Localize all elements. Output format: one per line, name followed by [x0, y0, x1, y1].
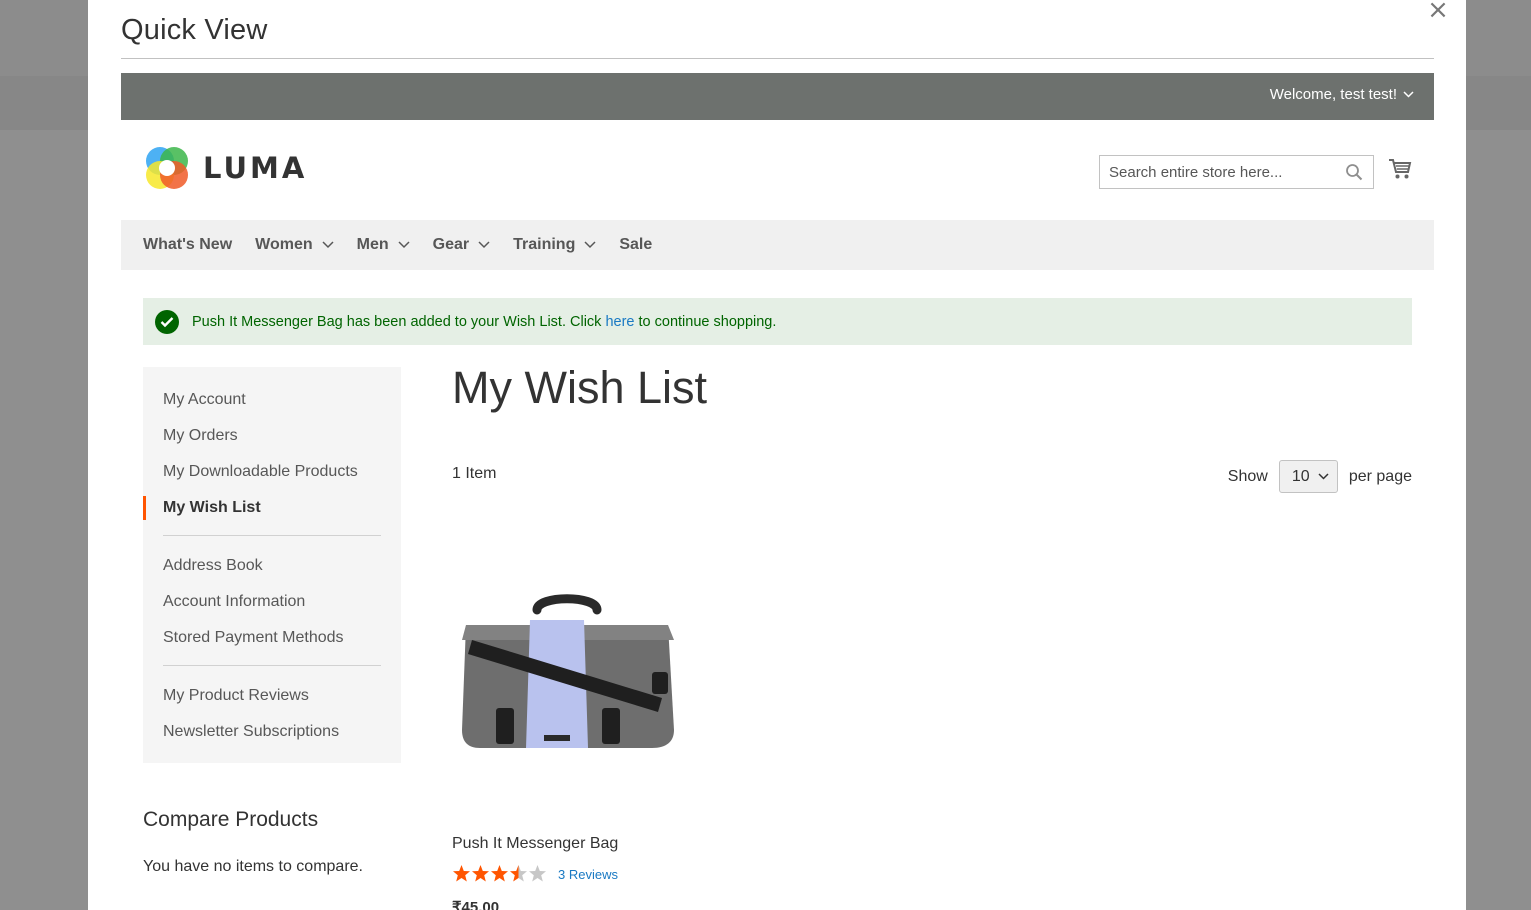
title-divider — [121, 58, 1434, 59]
sidebar-item-product-reviews[interactable]: My Product Reviews — [143, 684, 401, 720]
header-panel: Welcome, test test! — [121, 73, 1434, 120]
sidebar-item-my-account[interactable]: My Account — [143, 388, 401, 424]
modal-title: Quick View — [121, 14, 268, 46]
sidebar-divider — [163, 535, 381, 536]
cart-icon[interactable] — [1388, 157, 1412, 181]
per-page-select[interactable]: 10 — [1278, 460, 1338, 493]
chevron-down-icon — [1318, 473, 1329, 480]
search-icon[interactable] — [1345, 163, 1363, 181]
product-rating: 3 Reviews — [452, 864, 618, 884]
product-image[interactable] — [452, 580, 682, 770]
nav-item-label: Gear — [432, 236, 470, 253]
quick-view-modal: × Quick View Welcome, test test! LUMA Se… — [88, 0, 1466, 910]
nav-item-training[interactable]: Training — [513, 236, 596, 254]
main-navigation: What's New Women Men Gear Training Sale — [121, 220, 1434, 270]
nav-item-label: Women — [255, 236, 313, 253]
search-box — [1099, 155, 1374, 189]
show-label: Show — [1227, 467, 1268, 485]
nav-item-label: Sale — [619, 236, 653, 253]
sidebar-divider — [163, 665, 381, 666]
per-page-label: per page — [1348, 467, 1412, 485]
search-input[interactable] — [1100, 156, 1330, 188]
sidebar-item-address-book[interactable]: Address Book — [143, 554, 401, 590]
welcome-dropdown[interactable]: Welcome, test test! — [1270, 86, 1414, 103]
success-message: Push It Messenger Bag has been added to … — [143, 298, 1412, 345]
continue-shopping-link[interactable]: here — [605, 314, 634, 330]
chevron-down-icon — [322, 241, 334, 249]
sidebar-item-downloadable-products[interactable]: My Downloadable Products — [143, 460, 401, 496]
close-icon[interactable]: × — [1424, 0, 1452, 24]
per-page-limiter: Show 10 per page — [1228, 460, 1412, 493]
item-count: 1 Item — [452, 465, 497, 482]
per-page-value: 10 — [1291, 467, 1310, 485]
nav-item-sale[interactable]: Sale — [619, 236, 652, 254]
message-text: Push It Messenger Bag has been added to … — [192, 314, 776, 330]
compare-products-title: Compare Products — [143, 808, 319, 831]
chevron-down-icon — [584, 241, 596, 249]
sidebar-item-account-information[interactable]: Account Information — [143, 590, 401, 626]
nav-item-label: Men — [356, 236, 389, 253]
page-title: My Wish List — [452, 362, 708, 413]
logo-text: LUMA — [203, 151, 308, 185]
star-rating-icon — [453, 865, 546, 882]
product-name-link[interactable]: Push It Messenger Bag — [452, 835, 618, 853]
checkmark-icon — [155, 309, 179, 334]
chevron-down-icon — [398, 241, 410, 249]
message-text-after: to continue shopping. — [634, 313, 777, 330]
sidebar-item-newsletter-subscriptions[interactable]: Newsletter Subscriptions — [143, 720, 401, 756]
nav-item-label: What's New — [143, 236, 233, 253]
chevron-down-icon — [1403, 91, 1414, 98]
store-logo[interactable]: LUMA — [143, 144, 307, 192]
luma-logo-icon — [146, 147, 188, 189]
reviews-link[interactable]: 3 Reviews — [558, 867, 618, 882]
sidebar-item-my-wish-list: My Wish List — [143, 496, 401, 532]
nav-item-whats-new[interactable]: What's New — [143, 236, 232, 254]
nav-item-women[interactable]: Women — [255, 236, 334, 254]
message-text-before: Push It Messenger Bag has been added to … — [192, 313, 606, 330]
sidebar-item-my-orders[interactable]: My Orders — [143, 424, 401, 460]
sidebar-item-stored-payment-methods[interactable]: Stored Payment Methods — [143, 626, 401, 662]
compare-empty-text: You have no items to compare. — [143, 858, 363, 875]
nav-item-gear[interactable]: Gear — [433, 236, 490, 254]
welcome-text: Welcome, test test! — [1269, 86, 1397, 103]
account-sidebar: My Account My Orders My Downloadable Pro… — [143, 367, 401, 763]
nav-item-men[interactable]: Men — [357, 236, 410, 254]
chevron-down-icon — [478, 241, 490, 249]
nav-item-label: Training — [513, 236, 576, 253]
product-price: ₹45.00 — [452, 899, 500, 910]
